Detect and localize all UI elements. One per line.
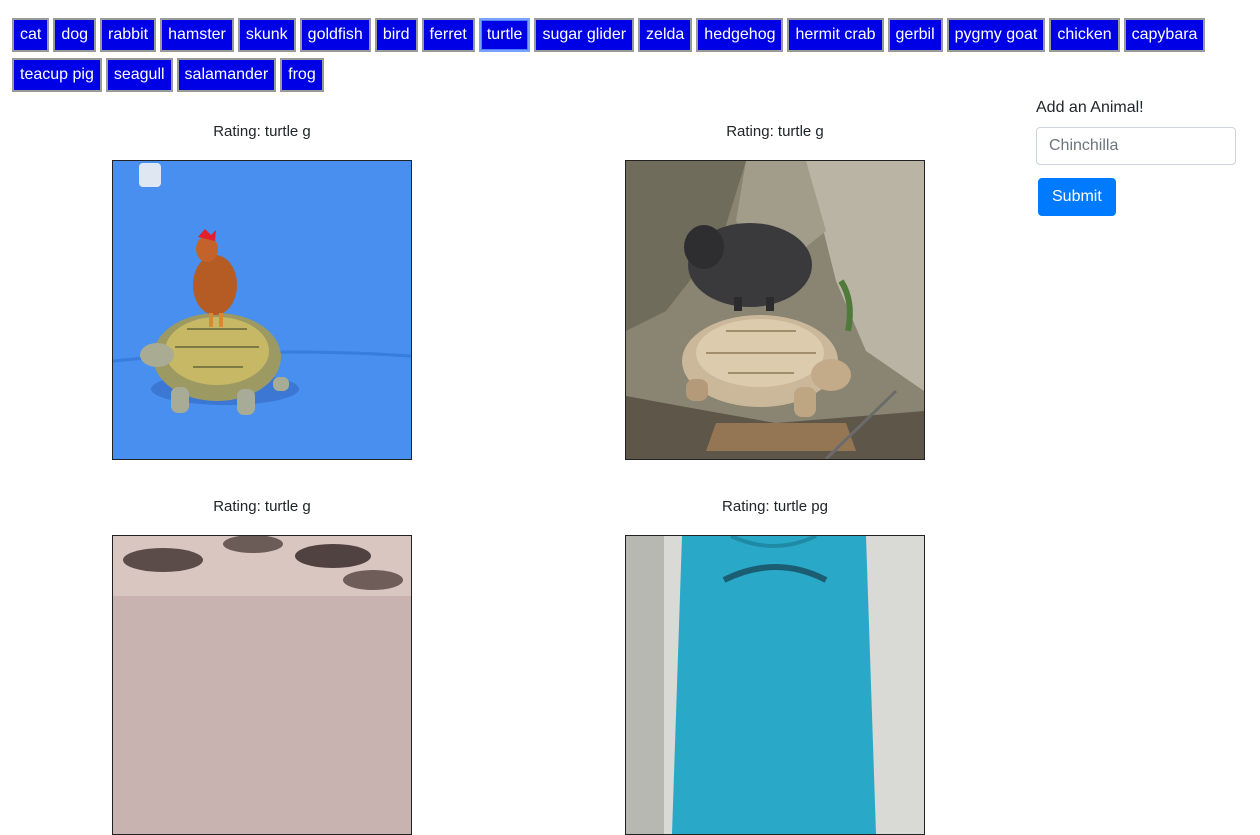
- animal-button-zelda[interactable]: zelda: [638, 18, 693, 52]
- submit-button[interactable]: Submit: [1038, 178, 1116, 216]
- gif-image-graphic: [113, 161, 411, 459]
- animal-button-gerbil[interactable]: gerbil: [887, 18, 943, 52]
- gif-image-graphic: [113, 536, 411, 834]
- animal-input[interactable]: [1036, 127, 1236, 165]
- gif-rating: Rating: turtle pg: [722, 498, 828, 515]
- gif-image[interactable]: [112, 160, 412, 460]
- animal-button-sugar-glider[interactable]: sugar glider: [534, 18, 635, 52]
- animal-button-cat[interactable]: cat: [12, 18, 50, 52]
- animal-button-capybara[interactable]: capybara: [1123, 18, 1206, 52]
- animal-button-turtle[interactable]: turtle: [478, 18, 531, 52]
- animal-button-bar: cat dog rabbit hamster skunk goldfish bi…: [12, 18, 1232, 92]
- animal-button-hamster[interactable]: hamster: [160, 18, 234, 52]
- animal-button-seagull[interactable]: seagull: [105, 58, 173, 92]
- gif-card: Rating: turtle g: [112, 497, 412, 835]
- animal-button-bird[interactable]: bird: [374, 18, 418, 52]
- gif-image-graphic: [626, 536, 924, 834]
- gif-card: Rating: turtle g: [112, 122, 412, 460]
- animal-button-hermit-crab[interactable]: hermit crab: [787, 18, 884, 52]
- gif-image-graphic: [626, 161, 924, 459]
- add-animal-form: Add an Animal! Submit: [1036, 96, 1236, 216]
- gif-rating: Rating: turtle g: [726, 123, 824, 140]
- gif-image[interactable]: [625, 160, 925, 460]
- animal-button-rabbit[interactable]: rabbit: [100, 18, 157, 52]
- animal-button-pygmy-goat[interactable]: pygmy goat: [946, 18, 1046, 52]
- gif-image[interactable]: [625, 535, 925, 835]
- animal-button-skunk[interactable]: skunk: [237, 18, 296, 52]
- animal-button-hedgehog[interactable]: hedgehog: [696, 18, 784, 52]
- gif-rating: Rating: turtle g: [213, 123, 311, 140]
- gif-image[interactable]: [112, 535, 412, 835]
- gif-rating: Rating: turtle g: [213, 498, 311, 515]
- animal-button-chicken[interactable]: chicken: [1049, 18, 1120, 52]
- animal-button-ferret[interactable]: ferret: [421, 18, 475, 52]
- add-animal-label: Add an Animal!: [1036, 99, 1144, 116]
- animal-button-dog[interactable]: dog: [53, 18, 97, 52]
- animal-button-teacup-pig[interactable]: teacup pig: [12, 58, 102, 92]
- animal-button-frog[interactable]: frog: [280, 58, 324, 92]
- gif-card: Rating: turtle g: [625, 122, 925, 460]
- gif-card: Rating: turtle pg: [625, 497, 925, 835]
- animal-button-goldfish[interactable]: goldfish: [299, 18, 371, 52]
- animal-button-salamander[interactable]: salamander: [176, 58, 277, 92]
